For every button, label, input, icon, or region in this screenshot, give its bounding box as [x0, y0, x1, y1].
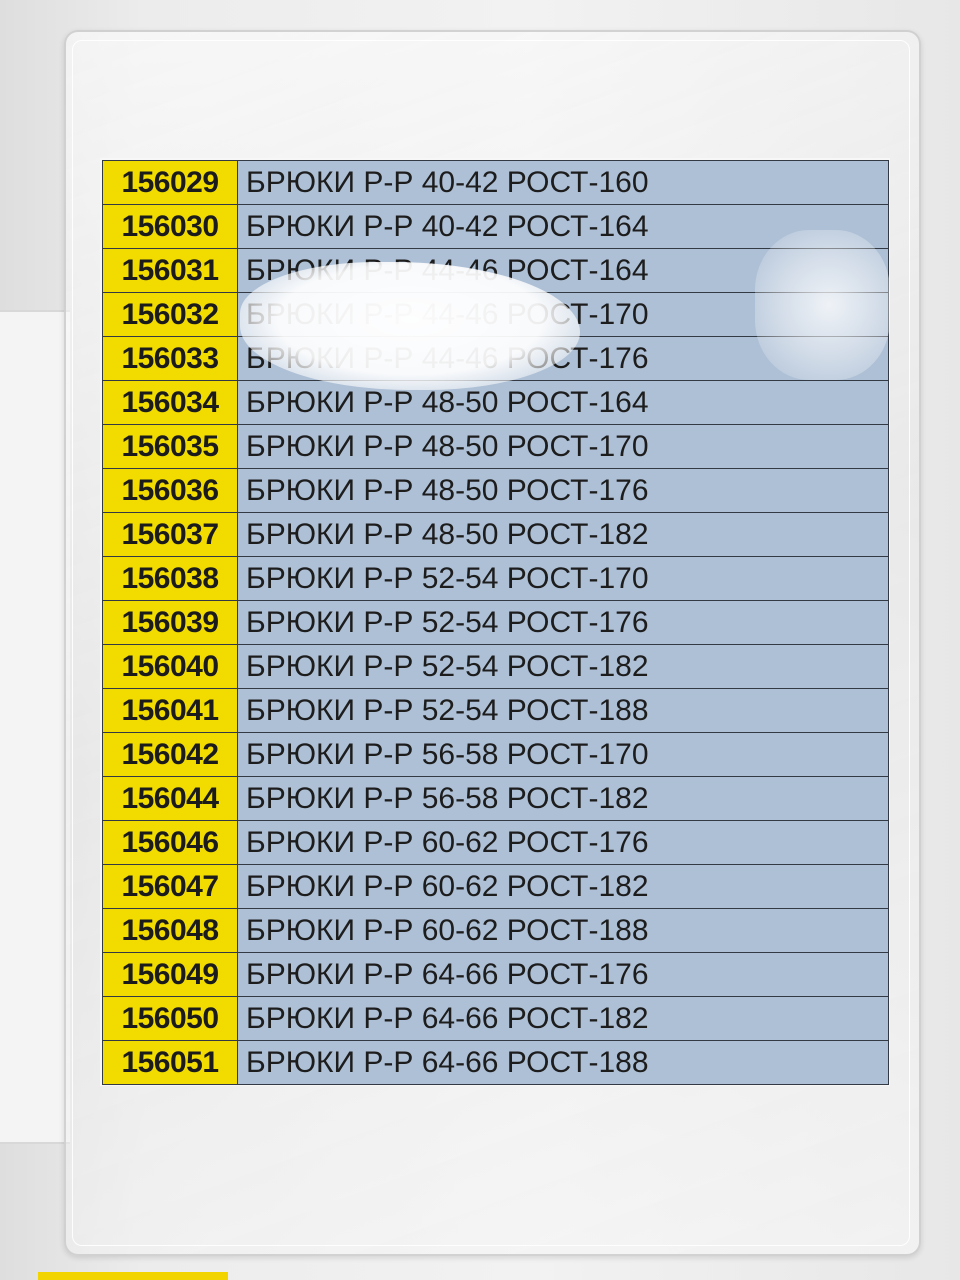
product-description-cell: БРЮКИ Р-Р 48-50 РОСТ-182 — [237, 512, 889, 557]
table-row: 156037 БРЮКИ Р-Р 48-50 РОСТ-182 — [102, 512, 889, 557]
product-description-cell: БРЮКИ Р-Р 48-50 РОСТ-176 — [237, 468, 889, 513]
product-code-cell: 156041 — [102, 688, 238, 733]
product-description-cell: БРЮКИ Р-Р 60-62 РОСТ-188 — [237, 908, 889, 953]
table-row: 156029 БРЮКИ Р-Р 40-42 РОСТ-160 — [102, 160, 889, 205]
product-code-cell: 156030 — [102, 204, 238, 249]
table-row: 156040 БРЮКИ Р-Р 52-54 РОСТ-182 — [102, 644, 889, 689]
table-row: 156046 БРЮКИ Р-Р 60-62 РОСТ-176 — [102, 820, 889, 865]
table-row: 156030 БРЮКИ Р-Р 40-42 РОСТ-164 — [102, 204, 889, 249]
product-description-cell: БРЮКИ Р-Р 52-54 РОСТ-176 — [237, 600, 889, 645]
table-row: 156042 БРЮКИ Р-Р 56-58 РОСТ-170 — [102, 732, 889, 777]
product-description-cell: БРЮКИ Р-Р 48-50 РОСТ-164 — [237, 380, 889, 425]
product-description-cell: БРЮКИ Р-Р 64-66 РОСТ-176 — [237, 952, 889, 997]
table-row: 156034 БРЮКИ Р-Р 48-50 РОСТ-164 — [102, 380, 889, 425]
product-code-cell: 156036 — [102, 468, 238, 513]
product-code-cell: 156048 — [102, 908, 238, 953]
product-code-cell: 156042 — [102, 732, 238, 777]
yellow-sticker-strip — [38, 1272, 228, 1280]
product-code-cell: 156040 — [102, 644, 238, 689]
product-code-cell: 156032 — [102, 292, 238, 337]
product-description-cell: БРЮКИ Р-Р 64-66 РОСТ-182 — [237, 996, 889, 1041]
product-code-cell: 156050 — [102, 996, 238, 1041]
product-description-cell: БРЮКИ Р-Р 56-58 РОСТ-182 — [237, 776, 889, 821]
wall-panel — [0, 310, 70, 1144]
product-code-cell: 156049 — [102, 952, 238, 997]
product-description-cell: БРЮКИ Р-Р 64-66 РОСТ-188 — [237, 1040, 889, 1085]
table-row: 156039 БРЮКИ Р-Р 52-54 РОСТ-176 — [102, 600, 889, 645]
product-code-cell: 156037 — [102, 512, 238, 557]
product-code-cell: 156051 — [102, 1040, 238, 1085]
table-row: 156035 БРЮКИ Р-Р 48-50 РОСТ-170 — [102, 424, 889, 469]
table-row: 156050 БРЮКИ Р-Р 64-66 РОСТ-182 — [102, 996, 889, 1041]
product-description-cell: БРЮКИ Р-Р 52-54 РОСТ-182 — [237, 644, 889, 689]
product-code-cell: 156031 — [102, 248, 238, 293]
table-row: 156038 БРЮКИ Р-Р 52-54 РОСТ-170 — [102, 556, 889, 601]
table-row: 156041 БРЮКИ Р-Р 52-54 РОСТ-188 — [102, 688, 889, 733]
product-code-cell: 156034 — [102, 380, 238, 425]
table-row: 156051 БРЮКИ Р-Р 64-66 РОСТ-188 — [102, 1040, 889, 1085]
product-code-cell: 156033 — [102, 336, 238, 381]
product-description-cell: БРЮКИ Р-Р 52-54 РОСТ-170 — [237, 556, 889, 601]
product-description-cell: БРЮКИ Р-Р 60-62 РОСТ-182 — [237, 864, 889, 909]
product-code-cell: 156029 — [102, 160, 238, 205]
table-row: 156047 БРЮКИ Р-Р 60-62 РОСТ-182 — [102, 864, 889, 909]
product-description-cell: БРЮКИ Р-Р 56-58 РОСТ-170 — [237, 732, 889, 777]
product-description-cell: БРЮКИ Р-Р 48-50 РОСТ-170 — [237, 424, 889, 469]
product-code-cell: 156038 — [102, 556, 238, 601]
light-glare-secondary — [755, 230, 890, 380]
table-row: 156044 БРЮКИ Р-Р 56-58 РОСТ-182 — [102, 776, 889, 821]
product-code-cell: 156044 — [102, 776, 238, 821]
table-row: 156036 БРЮКИ Р-Р 48-50 РОСТ-176 — [102, 468, 889, 513]
table-row: 156048 БРЮКИ Р-Р 60-62 РОСТ-188 — [102, 908, 889, 953]
product-code-cell: 156039 — [102, 600, 238, 645]
table-row: 156049 БРЮКИ Р-Р 64-66 РОСТ-176 — [102, 952, 889, 997]
product-description-cell: БРЮКИ Р-Р 60-62 РОСТ-176 — [237, 820, 889, 865]
product-code-cell: 156046 — [102, 820, 238, 865]
product-description-cell: БРЮКИ Р-Р 40-42 РОСТ-160 — [237, 160, 889, 205]
product-code-cell: 156035 — [102, 424, 238, 469]
product-description-cell: БРЮКИ Р-Р 52-54 РОСТ-188 — [237, 688, 889, 733]
product-code-cell: 156047 — [102, 864, 238, 909]
